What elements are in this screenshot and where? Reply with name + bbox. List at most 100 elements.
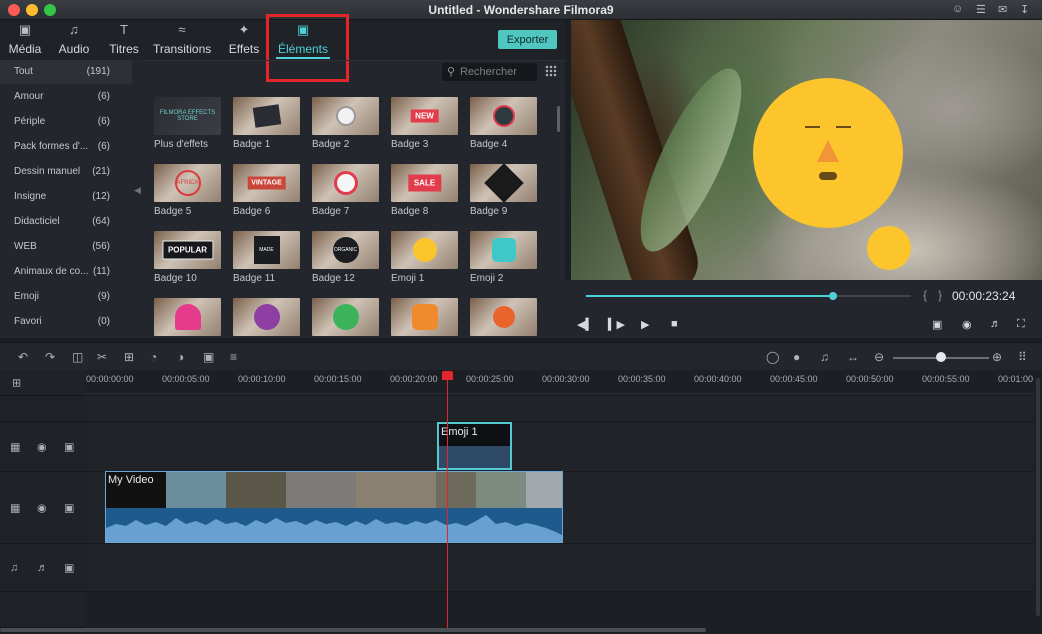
library-tabs: ▣ Média ♫ Audio T Titres ≈ Transitions ✦…: [0, 14, 565, 82]
element-emoji-5[interactable]: [312, 298, 382, 336]
element-badge-10[interactable]: POPULAR Badge 10: [154, 231, 224, 284]
marker-icon[interactable]: ◯: [766, 350, 779, 364]
smiley-emoji-icon: [412, 238, 437, 262]
library-scrollbar[interactable]: [557, 106, 560, 132]
playhead[interactable]: [447, 376, 448, 628]
add-track-icon[interactable]: ⊞: [12, 376, 21, 389]
panel-handle-icon[interactable]: ⠿: [1018, 350, 1027, 364]
category-item-journey[interactable]: Périple (6): [0, 110, 132, 134]
category-item-tutorial[interactable]: Didacticiel (64): [0, 210, 132, 234]
undo-icon[interactable]: ↶: [18, 350, 28, 364]
fullscreen-icon[interactable]: ⛶: [1017, 318, 1025, 331]
audio-mixer-icon[interactable]: ≡: [230, 350, 237, 364]
tab-media[interactable]: ▣ Média: [8, 22, 42, 56]
tab-titles[interactable]: T Titres: [108, 22, 140, 56]
element-badge-6[interactable]: VINTAGE Badge 6: [233, 164, 303, 217]
timeline-clip-emoji[interactable]: Emoji 1: [437, 422, 512, 470]
ruler-label: 00:00:20:00: [390, 374, 438, 384]
search-box[interactable]: ⚲: [442, 63, 537, 81]
element-emoji-7[interactable]: [470, 298, 540, 336]
grid-view-icon[interactable]: [545, 65, 557, 77]
notification-icon[interactable]: ✉: [998, 3, 1007, 16]
redo-icon[interactable]: ↷: [45, 350, 55, 364]
collapse-panel-handle[interactable]: ◀: [134, 185, 141, 196]
play-icon[interactable]: ▶: [641, 318, 649, 331]
lock-icon[interactable]: ▣: [64, 501, 74, 514]
element-badge-8[interactable]: SALE Badge 8: [391, 164, 461, 217]
element-emoji-4[interactable]: [233, 298, 303, 336]
tab-effects[interactable]: ✦ Effets: [228, 22, 260, 56]
mark-out-icon[interactable]: }: [938, 288, 942, 302]
category-item-web[interactable]: WEB (56): [0, 235, 132, 259]
stop-icon[interactable]: ■: [671, 318, 678, 330]
element-thumbnail: [470, 97, 537, 135]
category-item-pets[interactable]: Animaux de co... (11): [0, 260, 132, 284]
timeline-vertical-scrollbar[interactable]: [1036, 378, 1040, 616]
category-item-hand-drawn[interactable]: Dessin manuel (21): [0, 160, 132, 184]
account-icon[interactable]: ☺: [952, 3, 963, 15]
crop-icon[interactable]: ⊞: [124, 350, 134, 364]
step-forward-icon[interactable]: ▍▶: [608, 318, 625, 331]
tab-audio[interactable]: ♫ Audio: [58, 22, 90, 56]
lock-icon[interactable]: ▣: [64, 561, 74, 574]
timeline-clip-video[interactable]: My Video: [105, 471, 563, 543]
category-item-love[interactable]: Amour (6): [0, 85, 132, 109]
export-button[interactable]: Exporter: [498, 30, 557, 49]
track-lane-empty: [86, 396, 1034, 422]
element-emoji-3[interactable]: [154, 298, 224, 336]
cut-icon[interactable]: ✂: [97, 350, 107, 364]
zoom-in-icon[interactable]: ⊕: [992, 350, 1002, 364]
cart-icon[interactable]: ☰: [976, 3, 986, 16]
element-badge-5[interactable]: AFRICA Badge 5: [154, 164, 224, 217]
emoji-icon: [253, 304, 280, 330]
emoji-overlay[interactable]: [753, 78, 903, 228]
zoom-slider-knob[interactable]: [936, 352, 946, 362]
time-ruler[interactable]: 00:00:00:00 00:00:05:00 00:00:10:00 00:0…: [85, 370, 1034, 394]
element-badge-9[interactable]: Badge 9: [470, 164, 540, 217]
element-emoji-1[interactable]: Emoji 1: [391, 231, 461, 284]
volume-icon[interactable]: ♬: [990, 318, 1001, 330]
element-emoji-2[interactable]: Emoji 2: [470, 231, 540, 284]
category-item-shape-pack[interactable]: Pack formes d'... (6): [0, 135, 132, 159]
element-badge-3[interactable]: NEW Badge 3: [391, 97, 461, 150]
eye-icon[interactable]: ◉: [37, 501, 47, 514]
element-badge-12[interactable]: ORGANIC Badge 12: [312, 231, 382, 284]
element-badge-11[interactable]: MADE FRESH Badge 11: [233, 231, 303, 284]
green-screen-icon[interactable]: ▣: [203, 350, 214, 364]
step-back-icon[interactable]: ◀▍: [577, 318, 594, 331]
snapshot-icon[interactable]: ◉: [962, 318, 972, 331]
emoji-mouth: [819, 172, 837, 180]
element-thumbnail: VINTAGE: [233, 164, 300, 202]
element-more-effects[interactable]: FILMORA EFFECTS STORE Plus d'effets: [154, 97, 224, 150]
element-badge-2[interactable]: Badge 2: [312, 97, 382, 150]
category-item-all[interactable]: Tout (191): [0, 60, 132, 84]
audio-track-icon[interactable]: ♫: [820, 350, 829, 364]
fit-icon[interactable]: ↔: [847, 350, 859, 364]
timeline-horizontal-scrollbar[interactable]: [0, 628, 706, 632]
speed-icon[interactable]: ◔: [150, 350, 157, 364]
category-item-badge[interactable]: Insigne (12): [0, 185, 132, 209]
emoji-overlay-small[interactable]: [867, 226, 911, 270]
element-emoji-6[interactable]: [391, 298, 461, 336]
speaker-icon[interactable]: ♬: [37, 562, 48, 574]
display-settings-icon[interactable]: ▣: [932, 318, 942, 331]
ruler-label: 00:00:05:00: [162, 374, 210, 384]
element-badge-7[interactable]: Badge 7: [312, 164, 382, 217]
progress-knob[interactable]: [829, 292, 837, 300]
element-badge-1[interactable]: Badge 1: [233, 97, 303, 150]
microphone-icon[interactable]: ●: [793, 350, 800, 364]
delete-icon[interactable]: ◫: [72, 350, 83, 364]
lock-icon[interactable]: ▣: [64, 440, 74, 453]
eye-icon[interactable]: ◉: [37, 440, 47, 453]
tab-transitions[interactable]: ≈ Transitions: [153, 22, 211, 56]
zoom-out-icon[interactable]: ⊖: [874, 350, 884, 364]
playback-progress[interactable]: [586, 292, 911, 300]
category-item-emoji[interactable]: Emoji (9): [0, 285, 132, 309]
mark-in-icon[interactable]: {: [923, 288, 927, 302]
ruler-label: 00:00:30:00: [542, 374, 590, 384]
search-input[interactable]: [460, 64, 534, 80]
download-icon[interactable]: ↧: [1020, 3, 1029, 16]
element-badge-4[interactable]: Badge 4: [470, 97, 540, 150]
category-item-favorite[interactable]: Favori (0): [0, 310, 132, 334]
color-icon[interactable]: ◑: [177, 350, 184, 364]
